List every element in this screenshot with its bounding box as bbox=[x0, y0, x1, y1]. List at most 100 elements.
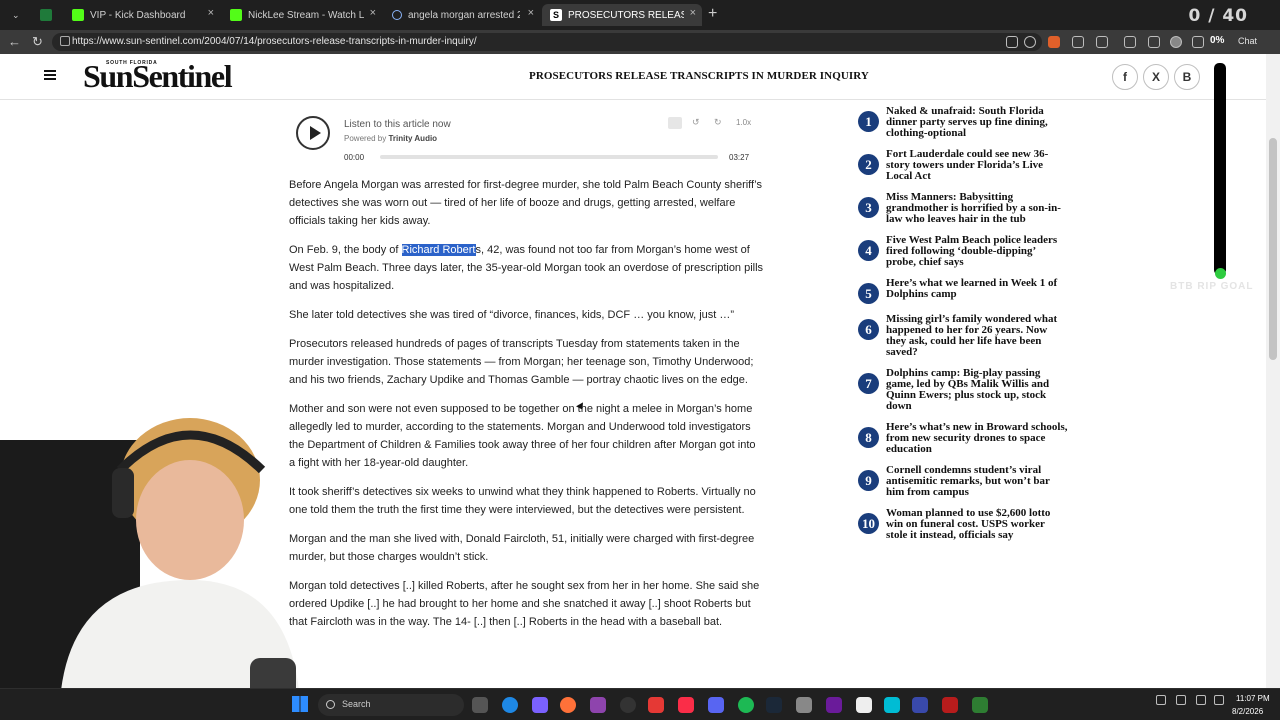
site-info-icon[interactable] bbox=[60, 36, 70, 46]
play-icon[interactable] bbox=[296, 116, 330, 150]
app-icon[interactable] bbox=[796, 697, 812, 713]
taskbar-search[interactable]: Search bbox=[318, 694, 464, 716]
tab-list-button[interactable]: ⌄ bbox=[4, 4, 28, 26]
audio-progress-track[interactable] bbox=[380, 155, 718, 159]
trending-title[interactable]: Woman planned to use $2,600 lotto win on… bbox=[886, 508, 1068, 541]
trending-item[interactable]: 3 Miss Manners: Babysitting grandmother i… bbox=[858, 192, 1068, 225]
taskbar-search-label: Search bbox=[342, 699, 371, 709]
trending-title[interactable]: Cornell condemns student’s viral antisem… bbox=[886, 465, 1068, 498]
trending-title[interactable]: Dolphins camp: Big-play passing game, le… bbox=[886, 368, 1068, 412]
trending-item[interactable]: 5 Here’s what we learned in Week 1 of Dol… bbox=[858, 278, 1068, 304]
trending-item[interactable]: 9 Cornell condemns student’s viral antise… bbox=[858, 465, 1068, 498]
trending-number: 7 bbox=[858, 373, 879, 394]
article-paragraph: Prosecutors released hundreds of pages o… bbox=[289, 338, 754, 386]
trending-number: 9 bbox=[858, 470, 879, 491]
spotify-icon[interactable] bbox=[738, 697, 754, 713]
rewind-icon[interactable]: ↺ bbox=[692, 117, 700, 128]
trending-number: 3 bbox=[858, 197, 879, 218]
trending-item[interactable]: 2 Fort Lauderdale could see new 36-story … bbox=[858, 149, 1068, 182]
article-body: Before Angela Morgan was arrested for fi… bbox=[289, 176, 764, 642]
app-purple-icon[interactable] bbox=[826, 697, 842, 713]
trending-title[interactable]: Naked & unafraid: South Florida dinner p… bbox=[886, 106, 1068, 139]
trending-item[interactable]: 6 Missing girl’s family wondered what hap… bbox=[858, 314, 1068, 358]
app-white-icon[interactable] bbox=[856, 697, 872, 713]
edge-browser-icon[interactable] bbox=[502, 697, 518, 713]
address-bar[interactable]: https://www.sun-sentinel.com/2004/07/14/… bbox=[52, 33, 1042, 51]
app-cyan-icon[interactable] bbox=[884, 697, 900, 713]
tab-3[interactable]: angela morgan arrested 2004\ - S × bbox=[384, 4, 540, 26]
facebook-share-icon[interactable]: f bbox=[1112, 64, 1138, 90]
new-tab-button[interactable]: + bbox=[708, 5, 717, 23]
bluesky-share-icon[interactable]: B bbox=[1174, 64, 1200, 90]
trending-title[interactable]: Here’s what’s new in Broward schools, fr… bbox=[886, 422, 1068, 455]
extension-fox-icon[interactable] bbox=[1048, 36, 1060, 48]
tab-2[interactable]: NickLee Stream - Watch Live on Ki × bbox=[222, 4, 382, 26]
close-icon[interactable]: × bbox=[208, 7, 214, 19]
favorites-icon[interactable] bbox=[1148, 36, 1160, 48]
tab-2-title: NickLee Stream - Watch Live on Ki bbox=[248, 9, 364, 21]
site-logo[interactable]: SunSentinel bbox=[83, 58, 233, 95]
reload-icon[interactable]: ↻ bbox=[32, 34, 43, 50]
search-icon bbox=[326, 700, 335, 709]
close-icon[interactable]: × bbox=[528, 7, 534, 19]
close-icon[interactable]: × bbox=[370, 7, 376, 19]
app-green-icon[interactable] bbox=[972, 697, 988, 713]
tab-1[interactable]: VIP - Kick Dashboard × bbox=[64, 4, 220, 26]
obs-icon[interactable] bbox=[620, 697, 636, 713]
trending-item[interactable]: 10 Woman planned to use $2,600 lotto win … bbox=[858, 508, 1068, 541]
stream-overlay-text: BTB RIP GOAL bbox=[1170, 281, 1254, 292]
extension-shield-icon[interactable] bbox=[1072, 36, 1084, 48]
reader-mode-icon[interactable] bbox=[1006, 36, 1018, 48]
kick-favicon-icon bbox=[72, 9, 84, 21]
steam-icon[interactable] bbox=[766, 697, 782, 713]
trending-item[interactable]: 7 Dolphins camp: Big-play passing game, l… bbox=[858, 368, 1068, 412]
stream-overlay-dot bbox=[1215, 268, 1226, 279]
close-icon[interactable]: × bbox=[690, 7, 696, 19]
microphone-icon[interactable] bbox=[1176, 695, 1186, 705]
clock-time[interactable]: 11:07 PM bbox=[1236, 694, 1270, 703]
clock-date[interactable]: 8/2/2026 bbox=[1232, 707, 1263, 716]
copilot-icon[interactable] bbox=[532, 697, 548, 713]
extension-sync-icon[interactable] bbox=[1096, 36, 1108, 48]
trending-item[interactable]: 4 Five West Palm Beach police leaders fir… bbox=[858, 235, 1068, 268]
firefox-icon[interactable] bbox=[560, 697, 576, 713]
chat-button[interactable]: Chat bbox=[1238, 36, 1257, 46]
trending-title[interactable]: Missing girl’s family wondered what happ… bbox=[886, 314, 1068, 358]
fx-app-icon[interactable] bbox=[912, 697, 928, 713]
more-menu-icon[interactable] bbox=[1192, 36, 1204, 48]
article-paragraph: Mother and son were not even supposed to… bbox=[289, 403, 756, 469]
tab-0[interactable] bbox=[32, 4, 62, 26]
profile-avatar-icon[interactable] bbox=[1170, 36, 1182, 48]
playback-speed[interactable]: 1.0x bbox=[736, 118, 751, 127]
translate-icon[interactable] bbox=[668, 117, 682, 129]
headphone-cup bbox=[112, 468, 134, 518]
scrollbar-thumb[interactable] bbox=[1269, 138, 1277, 360]
extensions-puzzle-icon[interactable] bbox=[1124, 36, 1136, 48]
volume-icon[interactable] bbox=[1214, 695, 1224, 705]
discord-icon[interactable] bbox=[708, 697, 724, 713]
trending-item[interactable]: 1 Naked & unafraid: South Florida dinner … bbox=[858, 106, 1068, 139]
network-icon[interactable] bbox=[1196, 695, 1206, 705]
trending-title[interactable]: Here’s what we learned in Week 1 of Dolp… bbox=[886, 278, 1068, 300]
audio-powered-prefix: Powered by bbox=[344, 134, 389, 143]
forward-icon[interactable]: ↻ bbox=[714, 117, 722, 128]
windows-start-icon[interactable] bbox=[292, 696, 308, 712]
bookmark-star-icon[interactable] bbox=[1024, 36, 1036, 48]
task-view-icon[interactable] bbox=[472, 697, 488, 713]
tray-chevron-icon[interactable] bbox=[1156, 695, 1166, 705]
app-red-icon[interactable] bbox=[648, 697, 664, 713]
music-icon[interactable] bbox=[678, 697, 694, 713]
sun-sentinel-favicon-icon: S bbox=[550, 9, 562, 21]
trending-item[interactable]: 8 Here’s what’s new in Broward schools, f… bbox=[858, 422, 1068, 455]
tab-4-active[interactable]: S PROSECUTORS RELEASE TRANSCR × bbox=[542, 4, 702, 26]
trending-title[interactable]: Fort Lauderdale could see new 36-story t… bbox=[886, 149, 1068, 182]
app-dark-red-icon[interactable] bbox=[942, 697, 958, 713]
app-icon[interactable] bbox=[590, 697, 606, 713]
x-share-icon[interactable]: X bbox=[1143, 64, 1169, 90]
trending-title[interactable]: Five West Palm Beach police leaders fire… bbox=[886, 235, 1068, 268]
page-scrollbar[interactable] bbox=[1266, 54, 1280, 688]
trending-title[interactable]: Miss Manners: Babysitting grandmother is… bbox=[886, 192, 1068, 225]
hamburger-menu-icon[interactable] bbox=[44, 70, 56, 80]
header-article-title: PROSECUTORS RELEASE TRANSCRIPTS IN MURDE… bbox=[529, 70, 869, 82]
back-arrow-icon[interactable]: ← bbox=[8, 34, 21, 49]
